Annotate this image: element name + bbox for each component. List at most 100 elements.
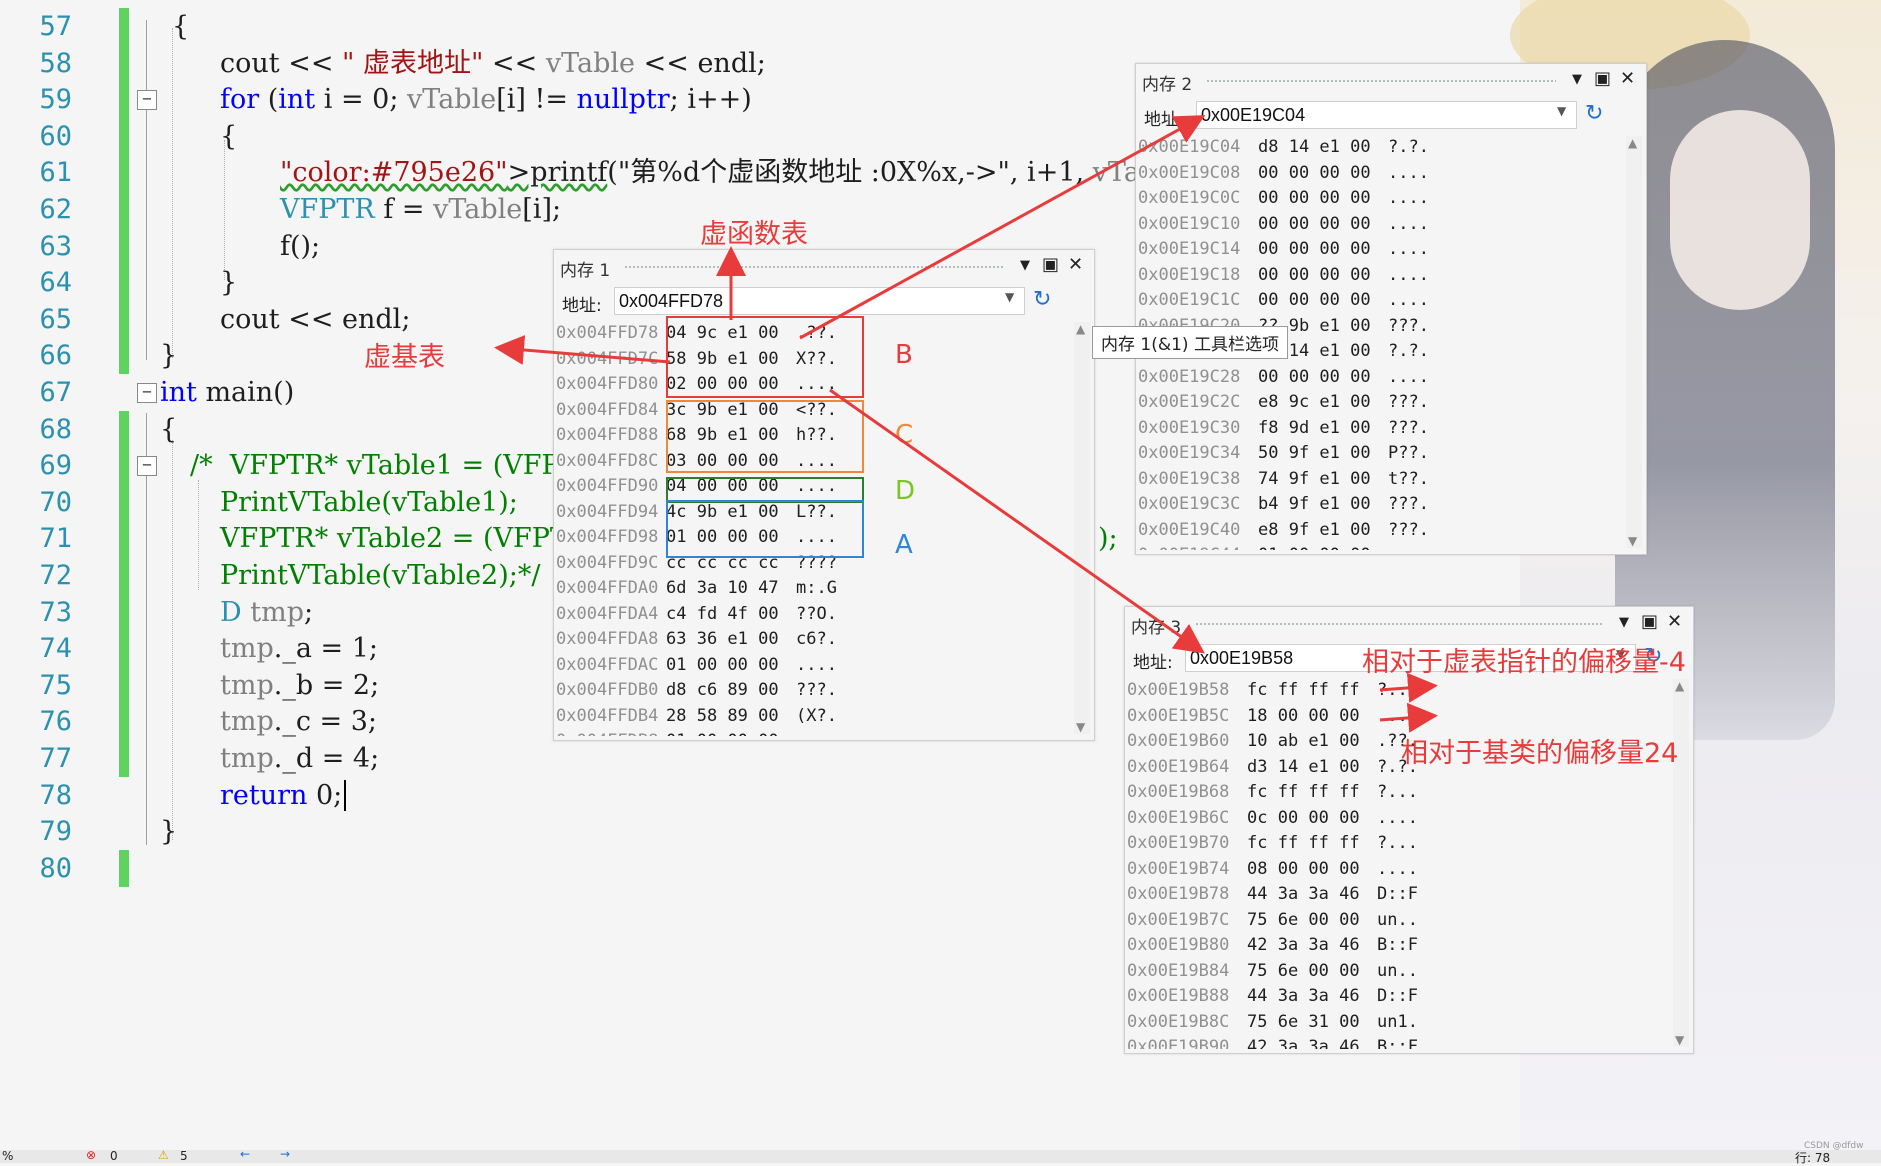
memory-row[interactable]: 0x00E19C2C e8 9c e1 00???. <box>1138 390 1624 416</box>
error-icon[interactable]: ⊗ <box>86 1148 96 1162</box>
scroll-down-icon[interactable]: ▼ <box>1628 534 1637 548</box>
memory-row[interactable]: 0x00E19B78 44 3a 3a 46 D::F <box>1127 882 1671 908</box>
code-line-57[interactable]: 57 { <box>0 8 1200 45</box>
memory-row[interactable]: 0x00E19C34 50 9f e1 00 P??. <box>1138 441 1624 467</box>
maximize-icon[interactable]: ▣ <box>1641 611 1658 632</box>
collapse-toggle-icon[interactable]: − <box>137 456 157 477</box>
dropdown-arrow-icon[interactable]: ▼ <box>1020 258 1030 273</box>
memory-row[interactable]: 0x004FFDAC 01 00 00 00.... <box>556 653 1072 679</box>
code-line-62[interactable]: 62 VFPTR f = vTable[i]; <box>0 191 1200 228</box>
code-text: D tmp; <box>220 596 314 628</box>
memory-row[interactable]: 0x00E19B70 fc ff ff ff?... <box>1127 831 1671 857</box>
refresh-icon[interactable]: ↻ <box>1585 101 1603 126</box>
collapse-toggle-icon[interactable]: − <box>137 90 157 111</box>
memory-row[interactable]: 0x00E19C10 00 00 00 00.... <box>1138 212 1624 238</box>
memory-row[interactable]: 0x004FFDA0 6d 3a 10 47 m:.G <box>556 576 1072 602</box>
memory-row[interactable]: 0x00E19C04 d8 14 e1 00?.?. <box>1138 135 1624 161</box>
code-line-61[interactable]: 61 "color:#795e26">printf("第%d个虚函数地址 :0X%… <box>0 154 1231 192</box>
dropdown-arrow-icon[interactable]: ▼ <box>1572 72 1582 87</box>
memory-address: 0x004FFD8C <box>556 450 659 471</box>
code-line-78[interactable]: 78 return 0; <box>0 777 1200 814</box>
vertical-scrollbar[interactable]: ▲ ▼ <box>1626 136 1642 548</box>
collapse-toggle-icon[interactable]: − <box>137 383 157 403</box>
memory-row[interactable]: 0x00E19B7C 75 6e 00 00 un.. <box>1127 908 1671 934</box>
memory-row[interactable]: 0x004FFDA4 c4 fd 4f 00 ??O. <box>556 602 1072 628</box>
scroll-up-icon[interactable]: ▲ <box>1628 136 1637 150</box>
code-line-58[interactable]: 58 cout << " 虚表地址" << vTable << endl; <box>0 44 1200 82</box>
warning-count[interactable]: 5 <box>180 1149 188 1163</box>
memory-bytes: 01 00 00 00 <box>1258 543 1388 550</box>
code-line-79[interactable]: 79} <box>0 813 1200 850</box>
memory-row[interactable]: 0x00E19B8C 75 6e 31 00 un1. <box>1127 1010 1671 1036</box>
memory-bytes: 0c 00 00 00 <box>1247 807 1360 828</box>
refresh-icon[interactable]: ↻ <box>1033 287 1051 312</box>
memory-row[interactable]: 0x00E19C3C b4 9f e1 00???. <box>1138 492 1624 518</box>
memory-row[interactable]: 0x00E19B90 42 3a 3a 46 B::F <box>1127 1035 1671 1049</box>
code-line-77[interactable]: 77 tmp._d = 4; <box>0 740 1200 777</box>
code-text: cout << " 虚表地址" << vTable << endl; <box>220 47 766 79</box>
line-number: 67 <box>39 377 72 408</box>
memory-window-2[interactable]: 内存 2 ▼ ▣ ✕ 地址: 0x00E19C04 ▼ ↻ 0x00E19C04 d8 14 e1… <box>1135 63 1647 555</box>
scroll-up-icon[interactable]: ▲ <box>1675 679 1684 693</box>
memory-row[interactable]: 0x00E19C18 00 00 00 00.... <box>1138 263 1624 289</box>
nav-forward-icon[interactable]: → <box>280 1147 290 1161</box>
memory-address: 0x00E19B80 <box>1127 935 1230 955</box>
dropdown-arrow-icon[interactable]: ▼ <box>1619 615 1629 630</box>
memory-bytes: d8 c6 89 00 <box>666 680 779 700</box>
scroll-down-icon[interactable]: ▼ <box>1076 720 1085 734</box>
drag-grip[interactable] <box>1195 622 1603 627</box>
memory-row[interactable]: 0x00E19B68 fc ff ff ff?... <box>1127 780 1671 806</box>
drag-grip[interactable] <box>1206 79 1556 84</box>
vertical-scrollbar[interactable]: ▲ ▼ <box>1074 322 1090 734</box>
memory-row[interactable]: 0x00E19B6C 0c 00 00 00.... <box>1127 806 1671 832</box>
memory-row[interactable]: 0x00E19B80 42 3a 3a 46 B::F <box>1127 933 1671 959</box>
nav-back-icon[interactable]: ← <box>240 1147 250 1161</box>
close-icon[interactable]: ✕ <box>1068 254 1083 275</box>
memory-address: 0x00E19B5C <box>1127 705 1230 726</box>
memory-row[interactable]: 0x00E19C4401 00 00 00 <box>1138 543 1624 550</box>
address-input[interactable]: 0x00E19C04 <box>1196 101 1577 129</box>
scroll-down-icon[interactable]: ▼ <box>1675 1033 1684 1047</box>
memory-row[interactable]: 0x00E19C1C 00 00 00 00.... <box>1138 288 1624 314</box>
code-line-59[interactable]: 59 − for (int i = 0; vTable[i] != nullptr;… <box>0 81 1200 119</box>
close-icon[interactable]: ✕ <box>1620 68 1635 89</box>
error-count[interactable]: 0 <box>110 1149 118 1163</box>
maximize-icon[interactable]: ▣ <box>1594 68 1611 89</box>
line-number: 80 <box>39 852 72 884</box>
memory-address: 0x00E19C10 <box>1138 213 1241 234</box>
maximize-icon[interactable]: ▣ <box>1042 254 1059 275</box>
chevron-down-icon[interactable]: ▼ <box>1005 290 1014 304</box>
text-cursor <box>344 779 347 811</box>
code-line-60[interactable]: 60 { <box>0 117 1200 155</box>
memory-row[interactable]: 0x00E19B88 44 3a 3a 46 D::F <box>1127 984 1671 1010</box>
memory-row[interactable]: 0x00E19C30 f8 9d e1 00???. <box>1138 416 1624 442</box>
code-text: /* VFPTR* vTable1 = (VFP <box>190 450 560 482</box>
change-marker <box>119 81 129 119</box>
code-line-80[interactable]: 80 <box>0 849 1200 887</box>
memory-row[interactable]: 0x00E19C14 00 00 00 00.... <box>1138 237 1624 263</box>
address-input[interactable]: 0x004FFD78 <box>614 287 1025 315</box>
memory-row[interactable]: 0x00E19C28 00 00 00 00.... <box>1138 365 1624 391</box>
change-marker <box>119 154 129 192</box>
memory-chars: ???. <box>1388 417 1429 438</box>
memory-row[interactable]: 0x004FFDA8 63 36 e1 00 c6?. <box>556 627 1072 653</box>
memory-chars: ?... <box>1377 680 1418 700</box>
chevron-down-icon[interactable]: ▼ <box>1557 104 1566 118</box>
warning-icon[interactable]: ⚠ <box>158 1148 169 1162</box>
memory-row[interactable]: 0x00E19C38 74 9f e1 00 t??. <box>1138 467 1624 493</box>
memory-row[interactable]: 0x00E19B84 75 6e 00 00 un.. <box>1127 959 1671 985</box>
memory-row[interactable]: 0x00E19C40 e8 9f e1 00???. <box>1138 518 1624 544</box>
memory-row[interactable]: 0x004FFDB0 d8 c6 89 00???. <box>556 678 1072 704</box>
close-icon[interactable]: ✕ <box>1667 611 1682 632</box>
memory-row[interactable]: 0x004FFDB801 00 00 00 <box>556 729 1072 736</box>
memory-row[interactable]: 0x00E19C08 00 00 00 00.... <box>1138 161 1624 187</box>
memory-bytes: fc ff ff ff <box>1247 680 1360 700</box>
memory-row[interactable]: 0x00E19B74 08 00 00 00.... <box>1127 857 1671 883</box>
memory-row[interactable]: 0x00E19B5C 18 00 00 00.... <box>1127 704 1671 730</box>
memory-row[interactable]: 0x00E19B58 fc ff ff ff?... <box>1127 678 1671 704</box>
drag-grip[interactable] <box>624 265 1004 270</box>
scroll-up-icon[interactable]: ▲ <box>1076 322 1085 336</box>
memory-row[interactable]: 0x004FFDB4 28 58 89 00 (X?. <box>556 704 1072 730</box>
memory-row[interactable]: 0x00E19C0C 00 00 00 00.... <box>1138 186 1624 212</box>
zoom-level[interactable]: % <box>2 1149 13 1163</box>
